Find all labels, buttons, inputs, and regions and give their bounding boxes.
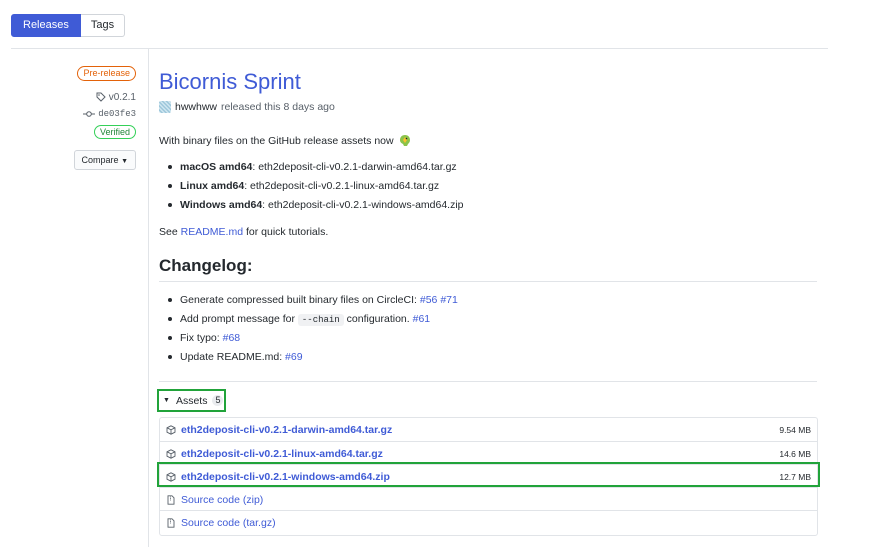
divider bbox=[159, 381, 817, 382]
source-label: Source code bbox=[181, 493, 240, 506]
issue-link-71[interactable]: #71 bbox=[440, 294, 458, 306]
inline-code: --chain bbox=[297, 314, 344, 326]
binaries-list: macOS amd64: eth2deposit-cli-v0.2.1-darw… bbox=[168, 161, 464, 218]
list-item: Add prompt message for --chain configura… bbox=[168, 313, 458, 332]
asset-row[interactable]: eth2deposit-cli-v0.2.1-linux-amd64.tar.g… bbox=[160, 441, 817, 465]
source-format: (zip) bbox=[242, 493, 264, 506]
asset-row[interactable]: Source code (tar.gz) bbox=[160, 510, 817, 534]
list-item: Fix typo: #68 bbox=[168, 332, 458, 351]
list-item: Windows amd64: eth2deposit-cli-v0.2.1-wi… bbox=[168, 199, 464, 218]
commit-link[interactable]: de03fe3 bbox=[74, 108, 136, 119]
asset-size: 12.7 MB bbox=[779, 471, 811, 482]
see-readme: See README.md for quick tutorials. bbox=[159, 226, 328, 238]
commit-icon bbox=[83, 111, 96, 117]
caret-down-icon: ▼ bbox=[121, 158, 128, 165]
divider bbox=[159, 281, 817, 282]
commit-hash: de03fe3 bbox=[98, 109, 136, 119]
avatar[interactable] bbox=[159, 101, 171, 113]
tab-releases[interactable]: Releases bbox=[11, 14, 81, 37]
release-intro: With binary files on the GitHub release … bbox=[159, 134, 411, 147]
author-link[interactable]: hwwhww bbox=[175, 101, 217, 113]
issue-link-61[interactable]: #61 bbox=[413, 313, 431, 325]
changelog-text: configuration. bbox=[346, 313, 410, 325]
asset-row[interactable]: eth2deposit-cli-v0.2.1-windows-amd64.zip… bbox=[160, 464, 817, 488]
asset-row[interactable]: Source code (zip) bbox=[160, 487, 817, 511]
list-item: Linux amd64: eth2deposit-cli-v0.2.1-linu… bbox=[168, 180, 464, 199]
released-text: released this 8 days ago bbox=[221, 101, 335, 113]
package-icon bbox=[166, 448, 176, 459]
tag-icon bbox=[96, 92, 106, 102]
assets-toggle[interactable]: ▼ Assets 5 bbox=[157, 389, 226, 412]
asset-name[interactable]: eth2deposit-cli-v0.2.1-windows-amd64.zip bbox=[181, 471, 390, 483]
source-label: Source code bbox=[181, 516, 240, 529]
changelog-text: Fix typo: bbox=[180, 332, 220, 344]
issue-link-68[interactable]: #68 bbox=[223, 332, 241, 344]
see-suffix: for quick tutorials. bbox=[245, 226, 329, 238]
issue-link-69[interactable]: #69 bbox=[285, 351, 303, 363]
changelog-list: Generate compressed built binary files o… bbox=[168, 294, 458, 370]
list-item: Generate compressed built binary files o… bbox=[168, 294, 458, 313]
package-icon bbox=[166, 424, 176, 435]
list-item: Update README.md: #69 bbox=[168, 351, 458, 370]
parrot-emoji-icon bbox=[399, 135, 410, 146]
issue-link-56[interactable]: #56 bbox=[420, 294, 438, 306]
assets-label: Assets bbox=[175, 394, 208, 407]
release-title[interactable]: Bicornis Sprint bbox=[159, 69, 301, 95]
release-meta: Pre-release v0.2.1 de03fe3 Verified Comp… bbox=[73, 66, 136, 170]
list-item: macOS amd64: eth2deposit-cli-v0.2.1-darw… bbox=[168, 161, 464, 180]
source-code-zip-link[interactable]: Source code (zip) bbox=[181, 494, 263, 506]
changelog-text: Update README.md: bbox=[180, 351, 283, 363]
assets-list: eth2deposit-cli-v0.2.1-darwin-amd64.tar.… bbox=[159, 417, 818, 536]
release-byline: hwwhww released this 8 days ago bbox=[159, 101, 335, 113]
file-name: eth2deposit-cli-v0.2.1-darwin-amd64.tar.… bbox=[258, 161, 457, 173]
os-label: Windows amd64 bbox=[180, 199, 263, 211]
divider bbox=[11, 48, 828, 49]
see-prefix: See bbox=[159, 226, 178, 238]
tab-tags[interactable]: Tags bbox=[80, 14, 126, 37]
asset-name[interactable]: eth2deposit-cli-v0.2.1-darwin-amd64.tar.… bbox=[181, 424, 392, 436]
asset-row[interactable]: eth2deposit-cli-v0.2.1-darwin-amd64.tar.… bbox=[160, 418, 817, 441]
file-zip-icon bbox=[167, 494, 175, 505]
intro-text: With binary files on the GitHub release … bbox=[159, 134, 394, 147]
compare-button[interactable]: Compare ▼ bbox=[73, 150, 136, 170]
triangle-down-icon: ▼ bbox=[163, 397, 170, 404]
compare-label: Compare bbox=[81, 155, 119, 165]
asset-name[interactable]: eth2deposit-cli-v0.2.1-linux-amd64.tar.g… bbox=[181, 448, 383, 460]
source-format: (tar.gz) bbox=[242, 516, 276, 529]
file-zip-icon bbox=[167, 517, 175, 528]
verified-badge[interactable]: Verified bbox=[93, 125, 136, 139]
changelog-text: Add prompt message for bbox=[180, 313, 295, 325]
prerelease-badge: Pre-release bbox=[77, 66, 136, 81]
file-name: eth2deposit-cli-v0.2.1-linux-amd64.tar.g… bbox=[250, 180, 440, 192]
asset-size: 14.6 MB bbox=[779, 448, 811, 459]
timeline-divider bbox=[148, 49, 149, 547]
source-code-targz-link[interactable]: Source code (tar.gz) bbox=[181, 517, 276, 529]
changelog-text: Generate compressed built binary files o… bbox=[180, 294, 417, 306]
package-icon bbox=[166, 471, 176, 482]
os-label: macOS amd64 bbox=[180, 161, 253, 173]
changelog-heading: Changelog: bbox=[159, 256, 253, 275]
tag-link[interactable]: v0.2.1 bbox=[74, 92, 136, 103]
release-tabs: Releases Tags bbox=[11, 14, 126, 37]
os-label: Linux amd64 bbox=[180, 180, 245, 192]
assets-count: 5 bbox=[212, 395, 224, 406]
file-name: eth2deposit-cli-v0.2.1-windows-amd64.zip bbox=[268, 199, 464, 211]
tag-label: v0.2.1 bbox=[108, 92, 136, 103]
asset-size: 9.54 MB bbox=[779, 424, 811, 435]
readme-link[interactable]: README.md bbox=[181, 226, 243, 238]
